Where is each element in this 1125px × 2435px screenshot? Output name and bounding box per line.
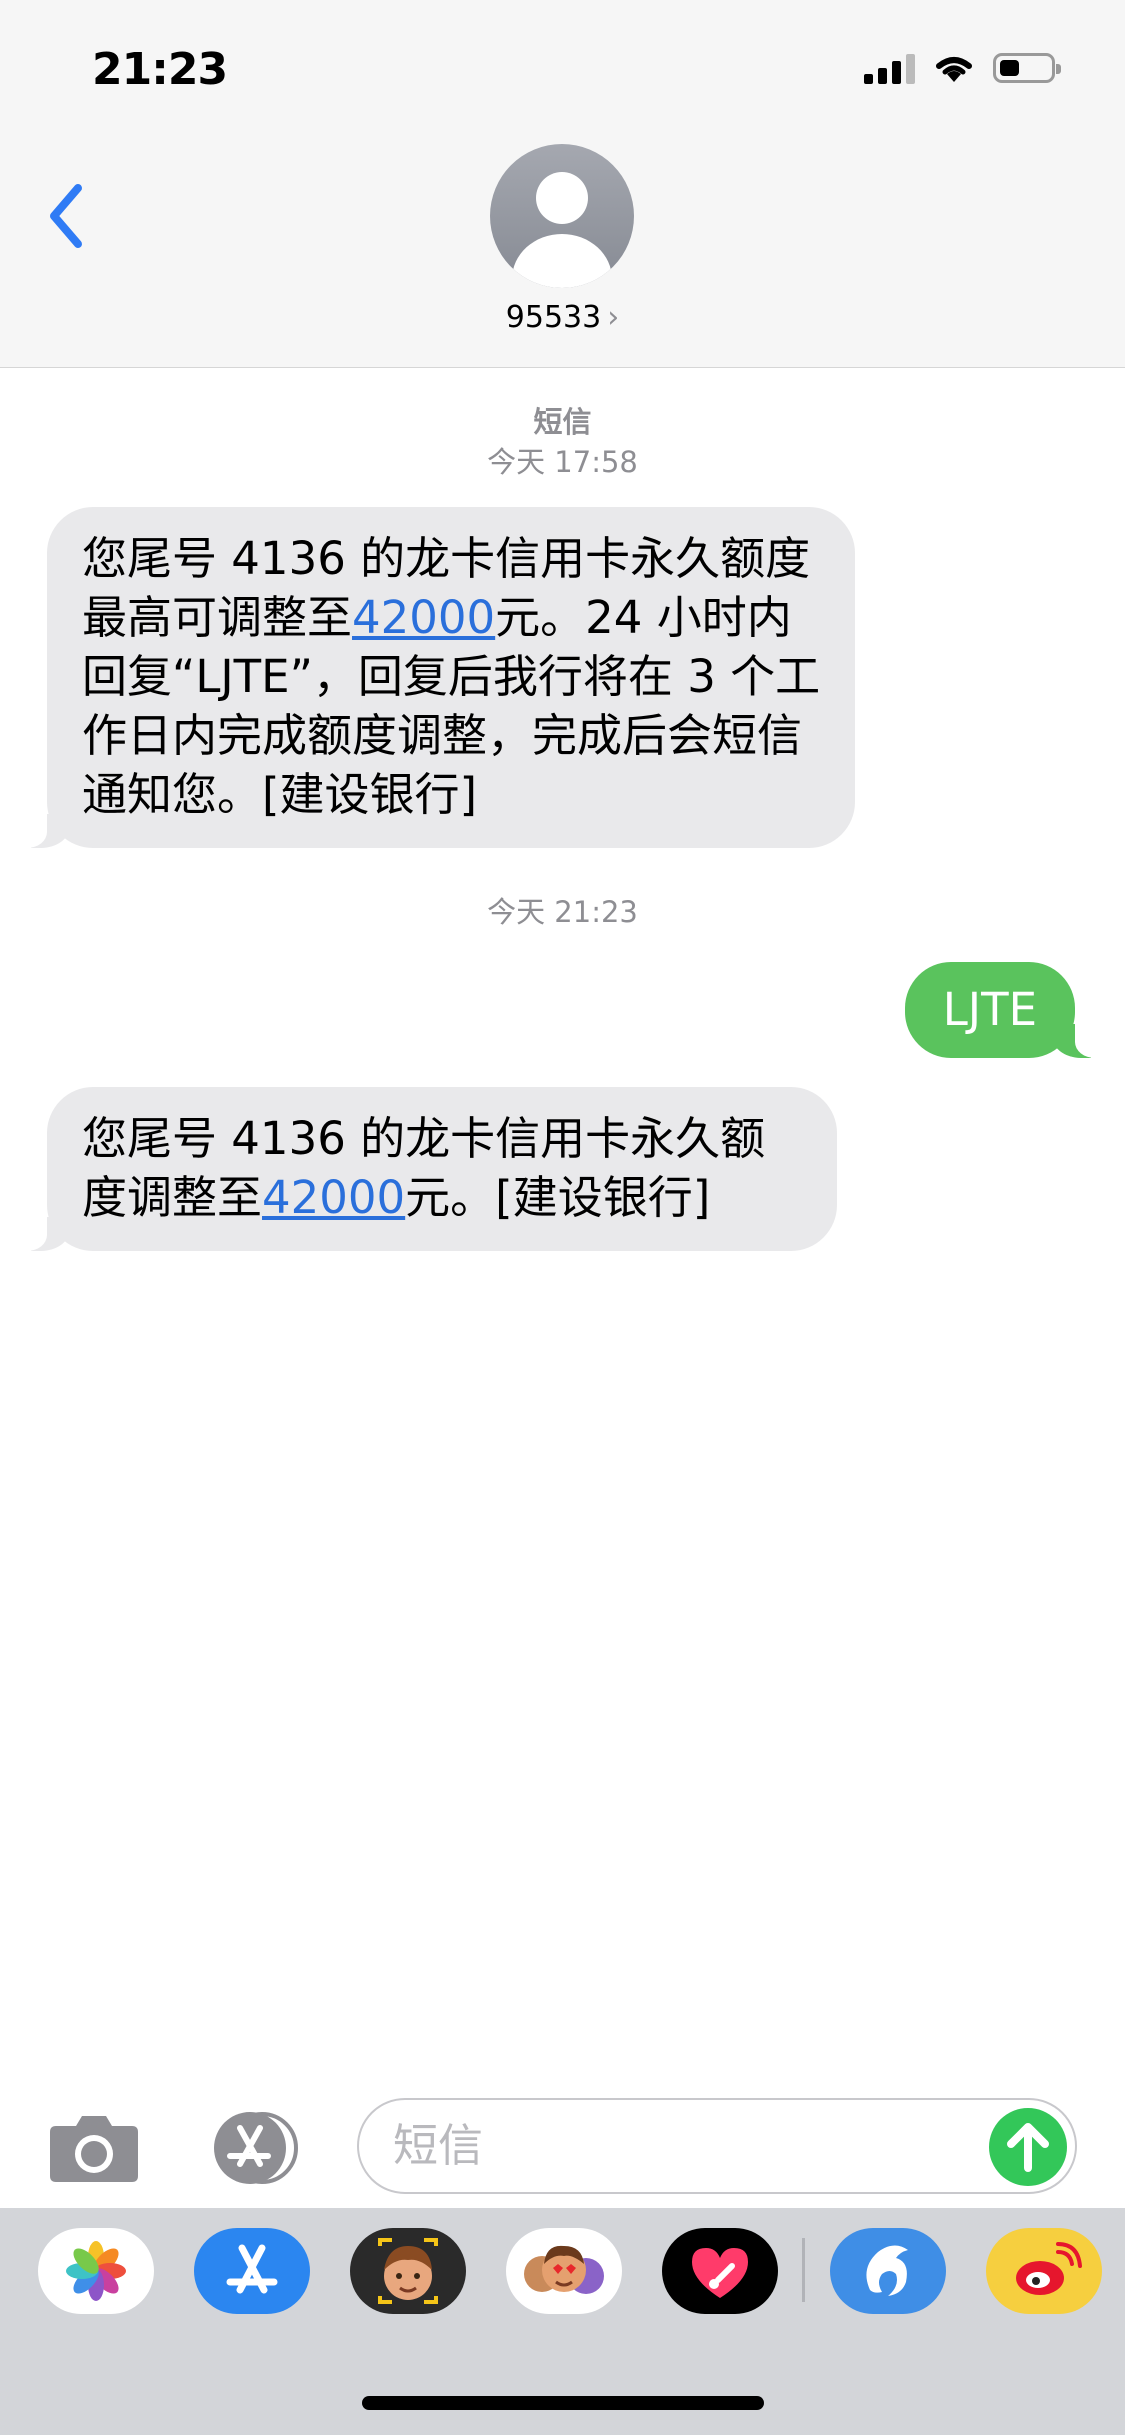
contact-name[interactable]: 95533 › <box>0 300 1125 335</box>
memoji-icon[interactable] <box>350 2228 466 2314</box>
imessage-app-drawer <box>0 2208 1125 2435</box>
status-icons <box>864 52 1061 84</box>
amount-link[interactable]: 42000 <box>352 591 495 644</box>
digital-touch-heart-icon[interactable] <box>662 2228 778 2314</box>
app-store-apps-icon[interactable] <box>202 2110 306 2186</box>
app-store-icon[interactable] <box>194 2228 310 2314</box>
status-time: 21:23 <box>92 44 228 95</box>
battery-icon <box>993 53 1061 83</box>
timestamp: 今天 17:58 <box>487 445 638 479</box>
arrow-up-icon <box>1007 2123 1049 2172</box>
message-input[interactable]: 短信 <box>357 2098 1077 2194</box>
wifi-icon <box>936 57 972 82</box>
cellular-signal-icon <box>864 52 915 84</box>
contact-avatar[interactable] <box>490 144 634 288</box>
photos-icon[interactable] <box>38 2228 154 2314</box>
sent-message-bubble[interactable]: LJTE <box>904 962 1102 1058</box>
dolphin-app-icon[interactable] <box>830 2228 946 2314</box>
received-message-bubble[interactable]: 您尾号 4136 的龙卡信用卡永久额度最高可调整至42000元。24 小时内回复… <box>21 507 855 848</box>
contact-number[interactable]: 95533 <box>506 300 601 335</box>
home-indicator[interactable] <box>362 2396 764 2410</box>
message-input-placeholder: 短信 <box>393 2119 484 2172</box>
back-chevron-icon[interactable] <box>40 176 100 256</box>
drawer-divider <box>802 2238 805 2302</box>
weibo-icon[interactable] <box>986 2228 1102 2314</box>
amount-link[interactable]: 42000 <box>262 1171 405 1224</box>
received-message-bubble[interactable]: 您尾号 4136 的龙卡信用卡永久额度调整至42000元。[建设银行] <box>21 1087 837 1251</box>
message-service-header: 短信 今天 17:58 <box>0 402 1125 482</box>
chevron-right-icon: › <box>607 300 620 335</box>
conversation-header: 21:23 95533 › <box>0 0 1125 368</box>
camera-icon[interactable] <box>48 2112 140 2184</box>
message-text: 元。[建设银行] <box>405 1171 711 1224</box>
timestamp: 今天 21:23 <box>487 895 638 929</box>
animoji-icon[interactable] <box>506 2228 622 2314</box>
service-label: 短信 <box>533 405 592 439</box>
send-button[interactable] <box>989 2108 1067 2186</box>
